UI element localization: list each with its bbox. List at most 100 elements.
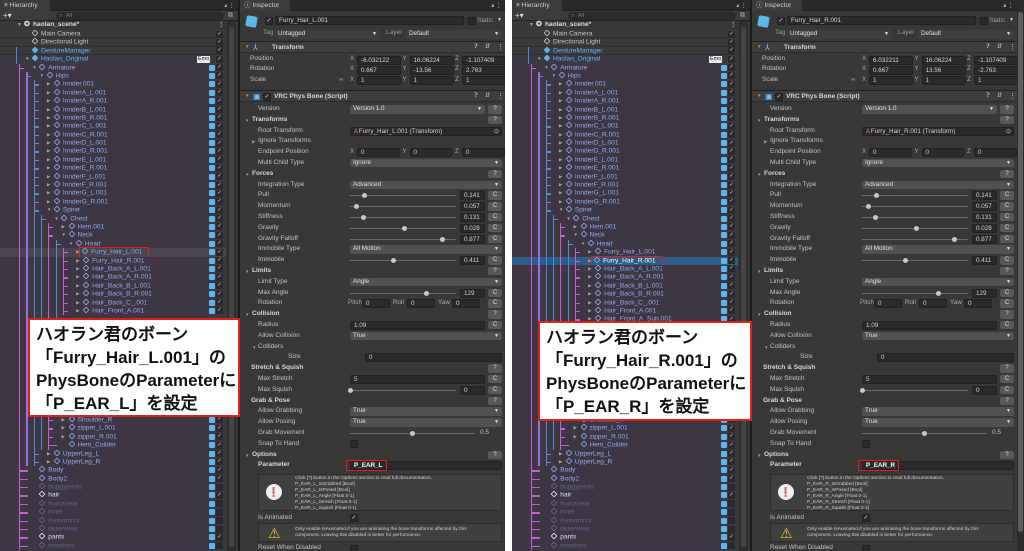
curve-button[interactable]: C bbox=[1000, 202, 1014, 211]
prefab-override-icon[interactable] bbox=[209, 198, 215, 205]
hierarchy-item[interactable]: ▶ InnderC_R.001 ✓ bbox=[512, 130, 738, 140]
prefab-override-icon[interactable] bbox=[209, 240, 215, 247]
prefab-override-icon[interactable] bbox=[209, 232, 215, 239]
curve-button[interactable]: C bbox=[1000, 191, 1014, 200]
field-label[interactable]: Limits bbox=[252, 266, 271, 277]
fold-arrow-icon[interactable]: ▼ bbox=[245, 269, 249, 274]
collapse-arrow-icon[interactable]: ▶ bbox=[559, 458, 562, 466]
expand-arrow-icon[interactable]: ▼ bbox=[62, 231, 66, 239]
active-toggle-checkbox[interactable]: ✓ bbox=[216, 265, 223, 273]
hierarchy-item[interactable]: outerwear bbox=[512, 524, 738, 534]
curve-button[interactable]: C bbox=[488, 202, 502, 211]
active-toggle-checkbox[interactable]: ✓ bbox=[728, 156, 735, 164]
hierarchy-item-name-group[interactable]: InnderC_L.001 bbox=[53, 121, 107, 130]
axis-field[interactable]: 0 bbox=[874, 299, 902, 309]
axis-field[interactable]: 0 bbox=[407, 299, 435, 309]
hierarchy-item-name-group[interactable]: Head bbox=[75, 239, 101, 248]
hierarchy-item-name-group[interactable]: Hair_Front_A.001 bbox=[594, 306, 656, 315]
tag-dropdown[interactable]: Untagged ▼ bbox=[275, 30, 380, 39]
filter-icon[interactable]: ⧉ bbox=[740, 11, 745, 21]
prefab-override-icon[interactable] bbox=[209, 534, 215, 541]
collapse-arrow-icon[interactable]: ▶ bbox=[574, 433, 577, 441]
fold-arrow-icon[interactable]: ▼ bbox=[757, 93, 761, 98]
active-toggle-checkbox[interactable]: ✓ bbox=[216, 38, 223, 46]
hierarchy-item-name-group[interactable]: Hair_Front_A.001 bbox=[82, 306, 144, 315]
hierarchy-item[interactable]: ▼ Armature ✓ bbox=[0, 63, 226, 72]
hierarchy-item[interactable]: ▶ Hem.001 ✓ bbox=[512, 222, 738, 232]
active-toggle-checkbox[interactable]: ✓ bbox=[728, 164, 735, 172]
hierarchy-item-name-group[interactable]: pants bbox=[38, 533, 64, 541]
hierarchy-item[interactable]: ▶ Hair_Back_B_L.001 ✓ bbox=[512, 281, 738, 291]
active-toggle-checkbox[interactable]: ✓ bbox=[216, 147, 223, 155]
constrain-proportions-icon[interactable]: ∞ bbox=[339, 77, 343, 83]
collapse-arrow-icon[interactable]: ▶ bbox=[559, 80, 562, 88]
layer-dropdown[interactable]: Default ▼ bbox=[918, 30, 1014, 39]
hierarchy-item[interactable]: buggypants bbox=[0, 482, 226, 492]
hierarchy-item-name-group[interactable]: UpperLeg_R bbox=[53, 457, 100, 466]
prefab-override-icon[interactable] bbox=[721, 89, 727, 96]
curve-button[interactable]: C bbox=[488, 299, 502, 308]
hierarchy-item-name-group[interactable]: Shoulder_R bbox=[68, 415, 112, 424]
object-name-field[interactable]: Furry_Hair_R.001 bbox=[787, 16, 976, 25]
hierarchy-item-name-group[interactable]: InnderE_L.001 bbox=[565, 155, 618, 164]
slider-handle[interactable] bbox=[952, 236, 958, 242]
hierarchy-item-name-group[interactable]: InnderD_R.001 bbox=[53, 147, 108, 155]
hierarchy-item[interactable]: pants ✓ bbox=[512, 533, 738, 542]
transform-z-field[interactable]: 1 bbox=[462, 76, 505, 86]
slider-value-field[interactable]: 0 bbox=[460, 385, 485, 395]
hierarchy-scrollbar[interactable] bbox=[227, 21, 236, 551]
presets-icon[interactable]: ⇵ bbox=[485, 91, 490, 102]
object-picker-icon[interactable]: ⊙ bbox=[494, 128, 499, 135]
collapse-arrow-icon[interactable]: ▶ bbox=[559, 450, 562, 458]
hierarchy-item-name-group[interactable]: Hair_Back_A_L.001 bbox=[594, 264, 663, 273]
slider-handle[interactable] bbox=[903, 258, 909, 264]
fold-arrow-icon[interactable]: ▼ bbox=[757, 269, 761, 274]
prefab-override-icon[interactable] bbox=[209, 165, 215, 172]
hierarchy-item-name-group[interactable]: InnderA_R.001 bbox=[53, 96, 107, 105]
dropdown[interactable]: True ▼ bbox=[862, 331, 1014, 341]
hierarchy-item-name-group[interactable]: Furry_Hair_L.001 bbox=[594, 247, 655, 256]
active-toggle-checkbox[interactable]: ✓ bbox=[216, 173, 223, 181]
collapse-arrow-icon[interactable]: ▶ bbox=[588, 248, 591, 256]
active-toggle-checkbox[interactable] bbox=[728, 508, 735, 516]
checkbox[interactable] bbox=[350, 440, 358, 449]
slider-handle[interactable] bbox=[440, 236, 446, 242]
hierarchy-item[interactable]: ▶ InnderF_R.001 ✓ bbox=[512, 180, 738, 190]
static-dropdown-icon[interactable]: ▾ bbox=[498, 16, 501, 23]
collapse-arrow-icon[interactable]: ▶ bbox=[62, 416, 65, 424]
slider-value-field[interactable]: 0 bbox=[972, 385, 997, 395]
active-toggle-checkbox[interactable]: ✓ bbox=[216, 282, 223, 290]
hierarchy-item-name-group[interactable]: Body2 bbox=[550, 474, 579, 483]
number-field[interactable]: 5 bbox=[862, 374, 997, 384]
collapse-arrow-icon[interactable]: ▶ bbox=[76, 273, 79, 281]
axis-field[interactable]: 0 bbox=[974, 148, 1017, 158]
active-toggle-checkbox[interactable]: ✓ bbox=[216, 257, 223, 265]
field-label[interactable]: Forces bbox=[252, 169, 273, 180]
hierarchy-item-name-group[interactable]: Armature bbox=[550, 63, 587, 72]
hierarchy-item-name-group[interactable]: InnderC_L.001 bbox=[565, 121, 619, 130]
vrc-phys-bone-component-header[interactable]: ▼ ▣ ✓ VRC Phys Bone (Script) ❓︎ ⇵ ⋮ bbox=[752, 90, 1017, 102]
hierarchy-item[interactable]: ▶ UpperLeg_L ✓ bbox=[0, 449, 226, 458]
prefab-override-icon[interactable] bbox=[209, 265, 215, 272]
fold-arrow-icon[interactable]: ▼ bbox=[245, 453, 249, 458]
slider-handle[interactable] bbox=[859, 387, 865, 393]
hierarchy-item-name-group[interactable]: Armature bbox=[38, 63, 75, 72]
help-button[interactable]: ? bbox=[1000, 266, 1014, 276]
help-button[interactable]: ? bbox=[1000, 310, 1014, 319]
slider-handle[interactable] bbox=[922, 430, 927, 436]
axis-field[interactable]: 0 bbox=[921, 148, 964, 158]
hierarchy-item-name-group[interactable]: hair bbox=[38, 491, 59, 499]
curve-button[interactable]: C bbox=[1000, 234, 1014, 244]
active-toggle-checkbox[interactable] bbox=[216, 483, 223, 491]
hierarchy-item-name-group[interactable]: Furry_Hair_L.001 bbox=[79, 247, 150, 258]
transform-y-field[interactable]: 16.06224 bbox=[409, 55, 454, 65]
transform-x-field[interactable]: -6.032122 bbox=[357, 55, 401, 65]
hierarchy-item[interactable]: ▶ InnderC_L.001 ✓ bbox=[0, 121, 226, 131]
hierarchy-item[interactable]: ▶ InnderG_L.001 ✓ bbox=[512, 189, 738, 198]
hierarchy-item[interactable]: ▶ InnderG_L.001 ✓ bbox=[0, 189, 226, 198]
hierarchy-item-name-group[interactable]: InnderA_R.001 bbox=[565, 96, 619, 105]
prefab-override-icon[interactable] bbox=[209, 458, 215, 465]
prefab-override-icon[interactable] bbox=[209, 442, 215, 449]
help-button[interactable]: ? bbox=[1000, 396, 1014, 406]
curve-button[interactable]: C bbox=[488, 212, 502, 222]
